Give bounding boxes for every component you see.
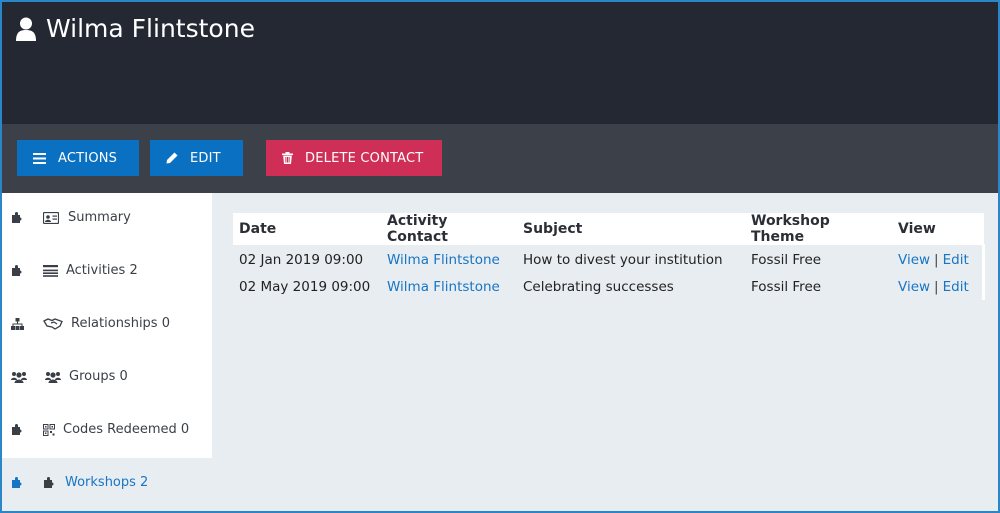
app-frame: Wilma Flintstone ACTIONS EDIT DELETE CON…	[0, 0, 1000, 513]
cell-date: 02 Jan 2019 09:00	[239, 252, 364, 268]
page-title: Wilma Flintstone	[16, 14, 255, 43]
sidebar-nav: Summary Activities 2 Relationships 0 Gro…	[2, 193, 212, 511]
contact-name: Wilma Flintstone	[46, 14, 255, 43]
sidebar-item-activities[interactable]: Activities 2	[2, 246, 212, 299]
column-header-activity-contact[interactable]: Activity Contact	[381, 213, 517, 245]
users-icon	[11, 372, 27, 383]
puzzle-icon	[12, 477, 22, 488]
menu-icon	[33, 152, 46, 164]
cell-date: 02 May 2019 09:00	[239, 279, 371, 295]
sidebar-item-label: Relationships 0	[71, 316, 170, 331]
workshops-panel: Date Activity Contact Subject Workshop T…	[233, 213, 985, 301]
sidebar-item-label: Summary	[68, 210, 131, 225]
column-header-view: View	[898, 221, 936, 237]
delete-contact-button[interactable]: DELETE CONTACT	[266, 140, 442, 176]
table-row: 02 May 2019 09:00 Wilma Flintstone Celeb…	[233, 273, 984, 301]
table-header-row: Date Activity Contact Subject Workshop T…	[233, 213, 984, 245]
view-link[interactable]: View	[898, 252, 930, 268]
users-icon	[45, 372, 61, 383]
table-scroll-edge	[982, 244, 985, 300]
sidebar-item-label: Workshops 2	[65, 475, 149, 490]
action-toolbar: ACTIONS EDIT DELETE CONTACT	[2, 124, 998, 193]
cell-view: View | Edit	[892, 245, 984, 273]
edit-button-label: EDIT	[190, 150, 221, 166]
cell-subject: How to divest your institution	[523, 252, 723, 268]
qr-code-icon	[43, 424, 55, 436]
puzzle-icon	[12, 212, 22, 223]
actions-button[interactable]: ACTIONS	[17, 140, 139, 176]
pencil-icon	[166, 152, 178, 164]
puzzle-icon	[44, 477, 54, 488]
workshops-table: Date Activity Contact Subject Workshop T…	[233, 213, 984, 301]
contact-card-icon	[43, 212, 59, 224]
cell-view: View | Edit	[892, 273, 984, 301]
cell-activity-contact: Wilma Flintstone	[381, 273, 517, 301]
column-header-subject[interactable]: Subject	[517, 213, 745, 245]
edit-link[interactable]: Edit	[943, 252, 969, 268]
view-link[interactable]: View	[898, 279, 930, 295]
user-icon	[16, 17, 36, 41]
edit-button[interactable]: EDIT	[150, 140, 243, 176]
sidebar-item-label: Codes Redeemed 0	[63, 422, 190, 437]
sidebar-item-summary[interactable]: Summary	[2, 193, 212, 246]
sidebar-item-label: Activities 2	[66, 263, 138, 278]
actions-button-label: ACTIONS	[58, 150, 118, 166]
activity-contact-link[interactable]: Wilma Flintstone	[387, 279, 500, 295]
table-row: 02 Jan 2019 09:00 Wilma Flintstone How t…	[233, 245, 984, 273]
link-separator: |	[934, 279, 939, 295]
contact-header: Wilma Flintstone	[2, 2, 998, 124]
activity-contact-link[interactable]: Wilma Flintstone	[387, 252, 500, 268]
column-header-workshop-theme[interactable]: Workshop Theme	[745, 213, 892, 245]
puzzle-icon	[12, 424, 22, 435]
link-separator: |	[934, 252, 939, 268]
cell-activity-contact: Wilma Flintstone	[381, 245, 517, 273]
sidebar-item-label: Groups 0	[69, 369, 128, 384]
cell-workshop-theme: Fossil Free	[751, 279, 822, 295]
column-header-date[interactable]: Date	[233, 213, 381, 245]
sidebar-item-workshops[interactable]: Workshops 2	[2, 458, 212, 511]
trash-icon	[282, 152, 293, 164]
sidebar-item-relationships[interactable]: Relationships 0	[2, 299, 212, 352]
sidebar-item-groups[interactable]: Groups 0	[2, 352, 212, 405]
cell-workshop-theme: Fossil Free	[751, 252, 822, 268]
delete-contact-button-label: DELETE CONTACT	[305, 150, 424, 166]
sitemap-icon	[11, 318, 24, 330]
cell-subject: Celebrating successes	[523, 279, 674, 295]
puzzle-icon	[12, 265, 22, 276]
handshake-icon	[43, 318, 63, 330]
list-icon	[43, 265, 58, 277]
sidebar-item-codes-redeemed[interactable]: Codes Redeemed 0	[2, 405, 212, 458]
edit-link[interactable]: Edit	[943, 279, 969, 295]
